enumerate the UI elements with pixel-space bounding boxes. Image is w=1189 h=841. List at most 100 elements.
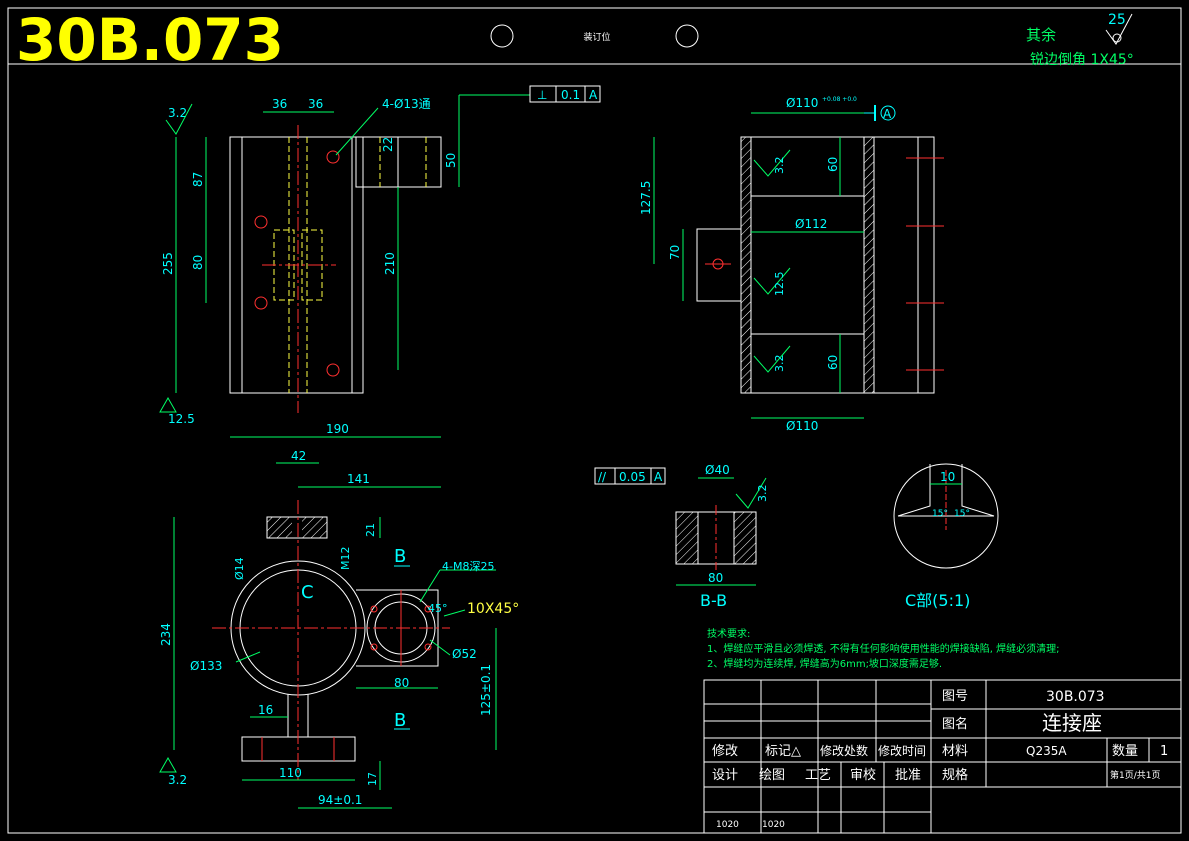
tb-sign-header-1: 设计: [712, 768, 738, 783]
top-view-roughness-bottom: 12.5: [168, 412, 195, 426]
detail-dim-15b: 15°: [954, 509, 970, 519]
front-dim-110: 110: [279, 766, 302, 780]
surface-note-label: 其余: [1026, 26, 1056, 44]
roughness-symbol-icon: [159, 396, 177, 413]
surface-note-roughness: 25: [1108, 12, 1126, 28]
front-dim-45deg: 45°: [428, 602, 448, 615]
tb-spec-label: 规格: [942, 767, 968, 783]
dim-36-b: 36: [308, 97, 323, 111]
detail-label-c: C: [301, 582, 314, 603]
front-dim-94: 94±0.1: [318, 793, 362, 807]
parallel-tol-value: 0.05: [619, 470, 646, 484]
dim-255: 255: [161, 252, 175, 275]
dim-50: 50: [444, 153, 458, 168]
parallel-tol-datum: A: [654, 470, 663, 484]
tb-rev-header-2: 标记△: [765, 744, 801, 759]
detail-c: 10 15° 15° C部(5:1): [893, 463, 999, 610]
front-dim-80: 80: [394, 676, 409, 690]
tb-qty-label: 数量: [1112, 744, 1138, 759]
tb-name-label: 图名: [942, 716, 968, 732]
front-dim-14: Ø14: [233, 557, 246, 580]
front-dim-m12: M12: [339, 547, 352, 571]
front-dim-16: 16: [258, 703, 273, 717]
tb-sign-header-4: 审校: [850, 767, 876, 783]
front-dim-234: 234: [159, 623, 173, 646]
bb-dim-80: 80: [708, 571, 723, 585]
surface-note: 其余 25 锐边倒角 1X45°: [1026, 12, 1134, 68]
bb-dim-40: Ø40: [705, 463, 730, 477]
tb-page: 第1页/共1页: [1110, 769, 1161, 781]
tb-material: Q235A: [1026, 744, 1067, 758]
roughness-circle-icon: [1112, 33, 1122, 43]
tb-drawing-no-label: 图号: [942, 689, 968, 704]
bb-roughness: 3.2: [756, 485, 769, 503]
side-dim-110-bottom: Ø110: [786, 419, 818, 433]
perp-tol-datum: A: [589, 88, 598, 102]
side-dim-60-b: 60: [826, 355, 840, 370]
binding-label: 装订位: [583, 31, 610, 43]
front-dim-m8: 4-M8深25: [442, 560, 494, 573]
tech-item-1: 1、焊缝应平滑且必须焊透, 不得有任何影响使用性能的焊接缺陷, 焊缝必须清理;: [707, 642, 1059, 655]
section-bb: // 0.05 A Ø40 80 3.2 B-B: [594, 463, 769, 610]
side-dim-70: 70: [668, 245, 682, 260]
tb-material-label: 材料: [942, 744, 968, 759]
side-view-datum: A: [883, 107, 892, 121]
side-roughness-3: 3.2: [773, 355, 786, 373]
front-dim-17: 17: [366, 772, 379, 786]
tb-rev-header-1: 修改: [712, 744, 738, 759]
edge-chamfer-note: 锐边倒角 1X45°: [1030, 52, 1134, 68]
front-dim-52: Ø52: [452, 647, 477, 661]
side-dim-127: 127.5: [639, 181, 653, 215]
title-block: 图号 30B.073 图名 连接座 材料 Q235A 数量 1 规格 第1页/共…: [703, 679, 1182, 834]
dim-holes: 4-Ø13通: [382, 97, 431, 111]
side-roughness-2: 12.5: [773, 272, 786, 297]
binding-hole-left: [490, 24, 514, 48]
perp-tol-symbol: ⊥: [537, 88, 547, 102]
front-view: 190 42 141 21 M12 Ø14 234 Ø133 4-M8深25 4…: [159, 422, 519, 809]
detail-dim-10: 10: [940, 470, 955, 484]
tb-sign-value-1: 1020: [716, 820, 739, 830]
front-dim-42: 42: [291, 449, 306, 463]
dim-80: 80: [191, 255, 205, 270]
tb-rev-header-3: 修改处数: [820, 743, 868, 758]
engineering-drawing: 30B.073 装订位 其余 25 锐边倒角 1X45° ⊥ 0.1 A 3.2…: [7, 6, 1182, 834]
detail-c-label: C部(5:1): [905, 591, 970, 610]
tech-item-2: 2、焊缝均为连续焊, 焊缝高为6mm;坡口深度需足够.: [707, 657, 942, 670]
front-dim-190: 190: [326, 422, 349, 436]
front-dim-chamfer: 10X45°: [467, 601, 519, 617]
tb-sign-header-3: 工艺: [805, 768, 831, 783]
detail-dim-15a: 15°: [932, 509, 948, 519]
tb-rev-header-4: 修改时间: [878, 743, 926, 758]
top-view: ⊥ 0.1 A 3.2 12.5 36 36 4-Ø13通 22 50 87 8…: [159, 85, 601, 426]
side-view: A Ø110 +0.08 +0.0 Ø112 127.5 70 60 60 Ø1…: [639, 96, 944, 433]
perp-tol-value: 0.1: [561, 88, 580, 102]
tb-sign-header-5: 批准: [895, 768, 921, 783]
front-dim-125: 125±0.1: [479, 664, 493, 716]
side-dim-60-a: 60: [826, 157, 840, 172]
bb-label: B-B: [700, 591, 727, 610]
side-dim-110-top: Ø110: [786, 96, 818, 110]
front-dim-141: 141: [347, 472, 370, 486]
tech-heading: 技术要求:: [707, 627, 750, 640]
drawing-number-large: 30B.073: [16, 6, 284, 74]
dim-22: 22: [381, 137, 395, 152]
tb-sign-header-2: 绘图: [759, 768, 785, 783]
tb-name: 连接座: [1042, 711, 1102, 735]
binding-hole-right: [675, 24, 699, 48]
side-dim-tol-top: +0.08 +0.0: [822, 96, 857, 103]
side-dim-112: Ø112: [795, 217, 827, 231]
roughness-symbol-icon: [159, 756, 177, 773]
binding-marks: 装订位: [490, 24, 699, 48]
tb-qty: 1: [1160, 744, 1168, 759]
tb-drawing-no: 30B.073: [1046, 689, 1105, 705]
tb-sign-value-2: 1020: [762, 820, 785, 830]
section-label-b-bottom: B: [394, 710, 406, 731]
section-label-b-top: B: [394, 546, 406, 567]
dim-210: 210: [383, 252, 397, 275]
side-roughness-1: 3.2: [773, 157, 786, 175]
front-dim-133: Ø133: [190, 659, 222, 673]
parallel-tol-symbol: //: [598, 470, 607, 484]
dim-36-a: 36: [272, 97, 287, 111]
front-dim-21: 21: [364, 523, 377, 537]
front-roughness-bottom: 3.2: [168, 773, 187, 787]
